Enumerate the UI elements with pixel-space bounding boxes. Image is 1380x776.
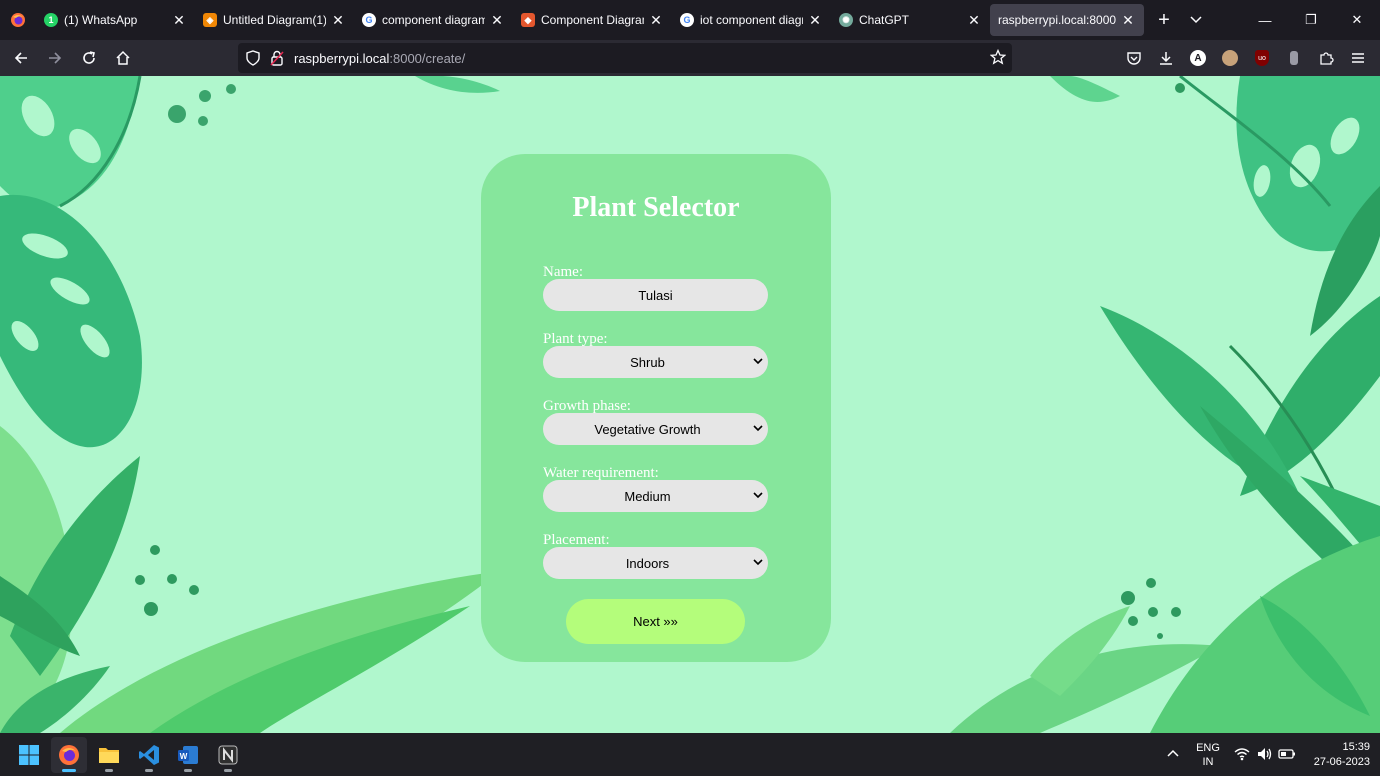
show-hidden-icons-chevron-icon[interactable] xyxy=(1166,747,1180,766)
bookmark-star-icon[interactable] xyxy=(989,48,1007,68)
tab-label: Untitled Diagram(1)(2 xyxy=(223,13,326,27)
wifi-icon xyxy=(1234,746,1250,767)
tab-untitled-diagram[interactable]: ◈ Untitled Diagram(1)(2 ✕ xyxy=(195,4,354,36)
extension-bottle-icon[interactable] xyxy=(1278,42,1310,74)
water-requirement-value: Medium xyxy=(624,488,671,504)
firefox-menu-icon[interactable] xyxy=(0,0,36,40)
language-code: ENG xyxy=(1196,742,1220,754)
google-icon: G xyxy=(680,13,694,27)
url-path: :8000/create/ xyxy=(389,50,466,66)
tab-iot-component-diagram[interactable]: G iot component diagra ✕ xyxy=(672,4,831,36)
running-indicator xyxy=(224,769,232,772)
tab-close-icon[interactable]: ✕ xyxy=(330,12,346,29)
page-content: Plant Selector Name: Tulasi Plant type: … xyxy=(0,76,1380,733)
page-title: Plant Selector xyxy=(572,192,740,223)
clock-date: 27-06-2023 xyxy=(1313,756,1370,768)
vscode-icon[interactable] xyxy=(131,737,167,773)
tab-label: (1) WhatsApp xyxy=(64,13,138,27)
new-tab-plus-icon[interactable]: + xyxy=(1148,4,1180,36)
google-icon: G xyxy=(362,13,376,27)
list-all-tabs-chevron-icon[interactable] xyxy=(1180,4,1212,36)
placement-value: Indoors xyxy=(625,555,670,571)
ublock-origin-icon[interactable]: uo xyxy=(1246,42,1278,74)
address-bar[interactable]: raspberrypi.local:8000/create/ xyxy=(238,43,1012,73)
windows-start-icon[interactable] xyxy=(11,737,47,773)
tab-whatsapp[interactable]: 1 (1) WhatsApp ✕ xyxy=(36,4,195,36)
window-controls: — ❐ ✕ xyxy=(1242,0,1380,40)
running-indicator xyxy=(184,769,192,772)
tab-close-icon[interactable]: ✕ xyxy=(489,12,505,29)
drawio-icon: ◈ xyxy=(203,13,217,27)
svg-text:W: W xyxy=(180,752,188,761)
tab-strip: 1 (1) WhatsApp ✕ ◈ Untitled Diagram(1)(2… xyxy=(0,0,1380,40)
running-indicator xyxy=(62,769,76,772)
notion-icon[interactable] xyxy=(210,737,246,773)
chevron-down-icon xyxy=(752,422,764,437)
back-arrow-icon[interactable] xyxy=(5,42,37,74)
system-tray[interactable] xyxy=(1234,746,1296,767)
hamburger-menu-icon[interactable] xyxy=(1342,42,1374,74)
tracking-protection-shield-icon[interactable] xyxy=(246,50,260,66)
volume-icon xyxy=(1256,746,1272,767)
restore-icon[interactable]: ❐ xyxy=(1288,0,1334,40)
region-code: IN xyxy=(1202,756,1214,768)
navigation-toolbar: raspberrypi.local:8000/create/ A uo xyxy=(0,40,1380,76)
plant-type-select[interactable]: Shrub xyxy=(543,346,768,378)
tab-raspberrypi-create[interactable]: raspberrypi.local:8000/crea ✕ xyxy=(990,4,1144,36)
toolbar-right: A uo xyxy=(1118,42,1374,74)
minimize-icon[interactable]: — xyxy=(1242,0,1288,40)
account-avatar-icon[interactable]: A xyxy=(1182,42,1214,74)
plant-selector-card: Plant Selector Name: Tulasi Plant type: … xyxy=(481,154,831,662)
input-language-indicator[interactable]: ENG IN xyxy=(1194,741,1222,769)
tab-label: iot component diagra xyxy=(700,13,803,27)
tab-label: raspberrypi.local:8000/crea xyxy=(998,13,1116,27)
next-button[interactable]: Next »» xyxy=(566,599,745,644)
tab-component-diagram-tutorial[interactable]: ◆ Component Diagram T ✕ xyxy=(513,4,672,36)
forward-arrow-icon[interactable] xyxy=(39,42,71,74)
extension-face-icon[interactable] xyxy=(1214,42,1246,74)
name-input[interactable]: Tulasi xyxy=(543,279,768,311)
chevron-down-icon xyxy=(752,556,764,571)
plant-type-value: Shrub xyxy=(630,354,665,370)
reload-icon[interactable] xyxy=(73,42,105,74)
whatsapp-icon: 1 xyxy=(44,13,58,27)
growth-phase-value: Vegetative Growth xyxy=(594,421,701,437)
growth-phase-select[interactable]: Vegetative Growth xyxy=(543,413,768,445)
clock-time: 15:39 xyxy=(1342,741,1370,753)
tab-close-icon[interactable]: ✕ xyxy=(171,12,187,29)
downloads-icon[interactable] xyxy=(1150,42,1182,74)
close-window-icon[interactable]: ✕ xyxy=(1334,0,1380,40)
pocket-icon[interactable] xyxy=(1118,42,1150,74)
word-icon[interactable]: W xyxy=(170,737,206,773)
windows-taskbar: W ENG IN 15:39 27-06-2023 xyxy=(0,733,1380,776)
chevron-down-icon xyxy=(752,355,764,370)
system-clock[interactable]: 15:39 27-06-2023 xyxy=(1300,740,1370,770)
diagram-site-icon: ◆ xyxy=(521,13,535,27)
extensions-puzzle-icon[interactable] xyxy=(1310,42,1342,74)
tab-label: component diagram fo xyxy=(382,13,485,27)
tab-chatgpt[interactable]: ✺ ChatGPT ✕ xyxy=(831,4,990,36)
running-indicator xyxy=(105,769,113,772)
running-indicator xyxy=(145,769,153,772)
tab-label: Component Diagram T xyxy=(541,13,644,27)
tab-close-icon[interactable]: ✕ xyxy=(648,12,664,29)
file-explorer-icon[interactable] xyxy=(91,737,127,773)
home-icon[interactable] xyxy=(107,42,139,74)
url-host: raspberrypi.local xyxy=(294,50,390,66)
placement-select[interactable]: Indoors xyxy=(543,547,768,579)
tab-component-diagram-search[interactable]: G component diagram fo ✕ xyxy=(354,4,513,36)
insecure-lock-icon[interactable] xyxy=(270,50,284,66)
firefox-icon[interactable] xyxy=(51,737,87,773)
tab-close-icon[interactable]: ✕ xyxy=(807,12,823,29)
water-requirement-select[interactable]: Medium xyxy=(543,480,768,512)
chevron-down-icon xyxy=(752,489,764,504)
battery-icon xyxy=(1278,746,1296,767)
tab-label: ChatGPT xyxy=(859,13,910,27)
tab-close-icon[interactable]: ✕ xyxy=(1120,12,1136,29)
chatgpt-icon: ✺ xyxy=(839,13,853,27)
tab-close-icon[interactable]: ✕ xyxy=(966,12,982,29)
